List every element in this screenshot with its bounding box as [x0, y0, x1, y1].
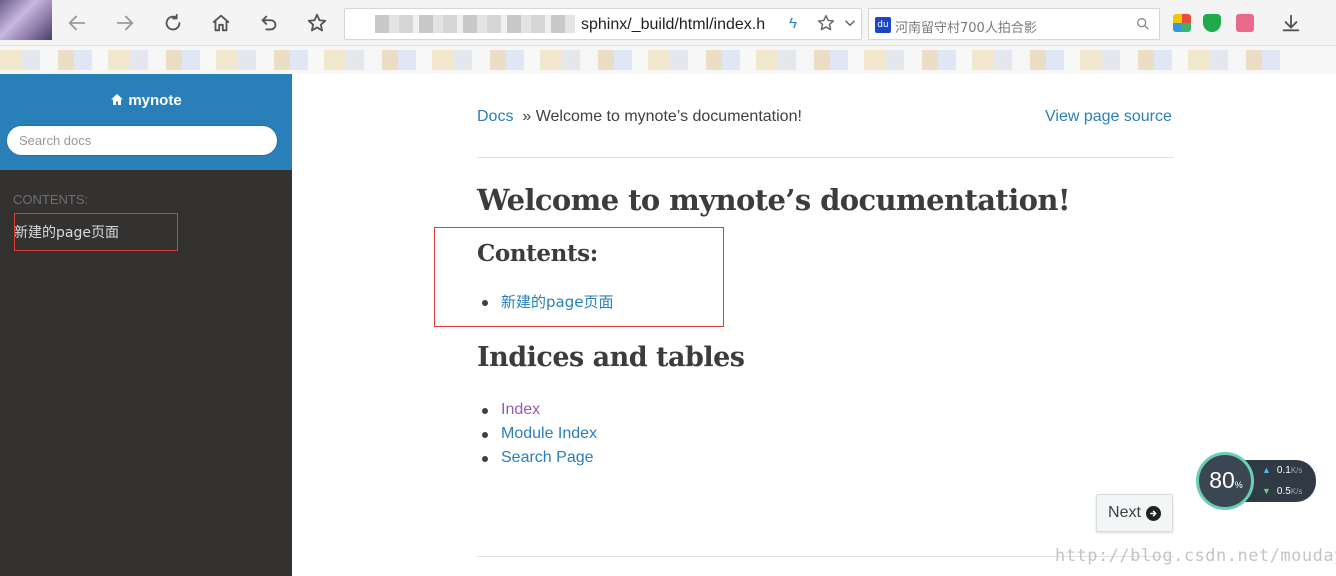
next-button[interactable]: Next: [1096, 494, 1173, 532]
search-page-link[interactable]: Search Page: [501, 449, 594, 466]
next-label: Next: [1108, 504, 1141, 521]
upload-arrow-icon: ▲: [1262, 465, 1271, 475]
bookmark-star-icon[interactable]: [815, 12, 837, 34]
url-redacted: [375, 15, 575, 33]
list-item: Search Page: [481, 446, 597, 470]
browser-toolbar: sphinx/_build/html/index.h ϟ du 河南留守村700…: [0, 0, 1336, 46]
dropdown-icon[interactable]: [841, 14, 859, 32]
shield-extension-icon[interactable]: [1203, 14, 1221, 32]
download-arrow-icon: ▼: [1262, 486, 1271, 496]
docs-sidebar: mynote CONTENTS: 新建的page页面: [0, 74, 292, 576]
watermark: http://blog.csdn.net/mouday: [1055, 546, 1336, 566]
download-rate: ▼ 0.5K/s: [1262, 486, 1302, 497]
breadcrumb-current: Welcome to mynote’s documentation!: [535, 108, 802, 125]
index-link[interactable]: Index: [501, 401, 540, 418]
bolt-icon[interactable]: ϟ: [789, 15, 797, 32]
bookmarks-bar: [0, 46, 1336, 74]
download-value: 0.5: [1276, 486, 1291, 497]
memory-usage-gauge: 80%: [1196, 452, 1254, 510]
apps-extension-icon[interactable]: [1173, 14, 1191, 32]
upload-value: 0.1: [1276, 465, 1291, 476]
download-unit: K/s: [1290, 487, 1303, 496]
project-home-link[interactable]: mynote: [0, 92, 292, 109]
download-icon[interactable]: [1278, 10, 1304, 36]
view-page-source-link[interactable]: View page source: [1045, 108, 1172, 126]
forward-icon[interactable]: [112, 10, 138, 36]
breadcrumb-separator: »: [522, 108, 532, 125]
search-docs-input[interactable]: [6, 125, 278, 156]
percent-unit: %: [1234, 480, 1243, 490]
baidu-icon: du: [875, 17, 891, 33]
arrow-circle-right-icon: [1145, 505, 1161, 521]
ticket-extension-icon[interactable]: [1236, 14, 1254, 32]
home-icon: [111, 94, 124, 105]
list-item: Index: [481, 398, 597, 422]
upload-rate: ▲ 0.1K/s: [1262, 465, 1302, 476]
indices-list: Index Module Index Search Page: [481, 398, 597, 470]
search-icon[interactable]: [1135, 16, 1151, 32]
search-engine-bar[interactable]: du 河南留守村700人拍合影: [868, 8, 1160, 40]
page-title: Welcome to mynote’s documentation!: [477, 183, 1071, 217]
list-item: Module Index: [481, 422, 597, 446]
bookmarks-redacted: [0, 50, 1280, 70]
star-icon[interactable]: [304, 10, 330, 36]
undo-icon[interactable]: [256, 10, 282, 36]
url-text: sphinx/_build/html/index.h: [581, 16, 766, 33]
contents-caption: CONTENTS:: [13, 192, 89, 207]
back-icon[interactable]: [64, 10, 90, 36]
annotation-box: [14, 213, 178, 251]
network-speed-widget[interactable]: 80% ▲ 0.1K/s ▼ 0.5K/s: [1196, 452, 1316, 510]
sidebar-header: mynote: [0, 74, 292, 170]
search-suggestion: 河南留守村700人拍合影: [895, 21, 1037, 36]
header-divider: [477, 157, 1174, 158]
module-index-link[interactable]: Module Index: [501, 425, 597, 442]
user-avatar[interactable]: [0, 0, 52, 40]
address-bar[interactable]: sphinx/_build/html/index.h ϟ: [344, 8, 862, 40]
breadcrumb: Docs » Welcome to mynote’s documentation…: [477, 108, 802, 126]
reload-icon[interactable]: [160, 10, 186, 36]
indices-heading: Indices and tables: [477, 342, 745, 373]
annotation-box: [434, 227, 724, 327]
breadcrumb-docs-link[interactable]: Docs: [477, 108, 513, 125]
project-name: mynote: [128, 92, 182, 109]
home-icon[interactable]: [208, 10, 234, 36]
upload-unit: K/s: [1290, 466, 1303, 475]
memory-percent: 80: [1209, 467, 1235, 493]
